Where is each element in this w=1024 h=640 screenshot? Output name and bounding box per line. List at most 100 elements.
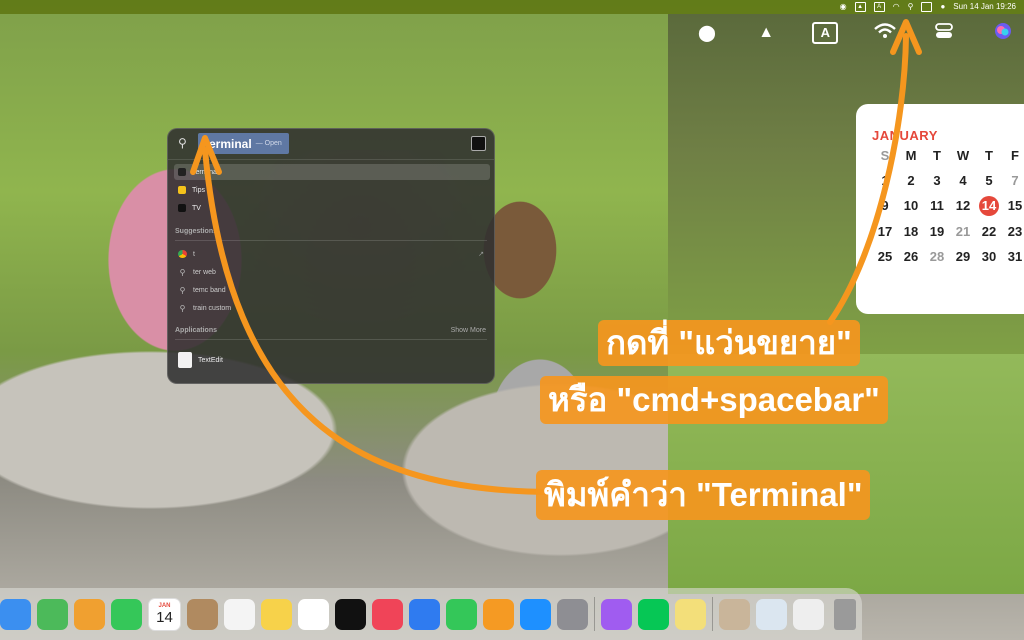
reminders-icon[interactable]: [224, 598, 255, 630]
suggestion-label: ter web: [193, 268, 216, 276]
spotlight-query-selection[interactable]: terminal — Open: [198, 133, 289, 154]
input-a-icon[interactable]: A: [873, 2, 885, 12]
app-store-icon[interactable]: [520, 598, 551, 630]
show-more-link[interactable]: Show More: [451, 327, 486, 334]
top-hit-label: Tips: [192, 186, 205, 194]
suggestion-item[interactable]: ⚲ temc band: [174, 282, 490, 298]
application-label: TextEdit: [198, 356, 223, 364]
divider: [175, 339, 487, 340]
terminal-icon: [178, 168, 186, 176]
spotlight-search-bar[interactable]: ⚲ terminal — Open: [168, 129, 494, 160]
calendar-widget[interactable]: JANUARY SMTWTF12345789101112141516171819…: [856, 104, 1024, 314]
callout-type-terminal: พิมพ์คำว่า "Terminal": [536, 470, 871, 520]
weekday-label: T: [985, 148, 993, 163]
weekday-label: F: [1011, 148, 1019, 163]
stickies-icon[interactable]: [675, 598, 706, 630]
callout-cmd-spacebar: หรือ "cmd+spacebar": [540, 376, 888, 424]
top-hit-tv[interactable]: TV: [174, 200, 490, 216]
photos-icon[interactable]: [74, 598, 105, 630]
calendar-day: 11: [930, 198, 944, 213]
drive-icon[interactable]: ▲: [854, 2, 866, 12]
menu-bar: ◉ ▲ A ◠ ⚲ ● Sun 14 Jan 19:26: [0, 0, 1024, 14]
application-result-textedit[interactable]: TextEdit: [174, 351, 490, 369]
line-icon[interactable]: ◉: [840, 0, 847, 14]
calendar-day: 18: [903, 224, 919, 239]
drive-icon[interactable]: ▲: [749, 24, 783, 42]
suggestion-label: temc band: [193, 286, 226, 294]
calendar-day: 31: [1007, 249, 1023, 264]
control-center-icon[interactable]: [927, 22, 961, 45]
calendar-day: 3: [933, 173, 941, 188]
calendar-grid: SMTWTF1234578910111214151617181921222324…: [872, 147, 1024, 273]
display-icon[interactable]: [921, 2, 933, 12]
textedit-icon: [178, 352, 192, 368]
calendar-icon[interactable]: JAN 14: [148, 597, 181, 631]
wifi-icon[interactable]: ◠: [893, 0, 900, 14]
numbers-icon[interactable]: [446, 598, 477, 630]
siri-icon[interactable]: ●: [940, 0, 945, 14]
music-icon[interactable]: [372, 598, 403, 630]
maps-icon[interactable]: [37, 598, 68, 630]
trash-icon[interactable]: [834, 598, 856, 630]
terminal-icon: [471, 136, 486, 151]
applications-header: Applications: [175, 327, 218, 334]
spotlight-query-text[interactable]: terminal: [205, 137, 252, 151]
facetime-icon[interactable]: [111, 598, 142, 630]
open-arrow-icon: ↗: [478, 251, 484, 258]
suggestions-header: Suggestions: [175, 228, 218, 235]
search-icon[interactable]: ⚲: [908, 0, 914, 14]
tips-icon: [178, 186, 186, 194]
search-icon: ⚲: [178, 136, 187, 150]
mail-icon[interactable]: [0, 598, 31, 630]
suggestion-label: train custom: [193, 304, 232, 312]
apple-tv-icon[interactable]: [335, 598, 366, 630]
top-hit-label: TV: [192, 204, 201, 212]
calendar-day: 19: [929, 224, 945, 239]
recent-window-3-icon[interactable]: [793, 598, 824, 630]
input-a-icon[interactable]: A: [812, 22, 839, 44]
recent-window-2-icon[interactable]: [756, 598, 787, 630]
keynote-icon[interactable]: [409, 598, 440, 630]
chrome-icon: [178, 250, 187, 258]
top-hit-terminal[interactable]: Terminal: [174, 164, 490, 180]
divider: [175, 240, 487, 241]
calendar-day: 30: [981, 249, 997, 264]
calendar-day: 2: [907, 173, 915, 188]
messenger-icon[interactable]: [601, 598, 632, 630]
wifi-icon[interactable]: [868, 22, 902, 44]
calendar-day: 28: [929, 249, 945, 264]
dock-separator: [594, 597, 595, 631]
suggestion-item[interactable]: t ↗: [174, 246, 490, 262]
line-icon[interactable]: ⬤: [690, 23, 724, 43]
calendar-day: 12: [955, 198, 971, 213]
calendar-day: 15: [1007, 198, 1023, 213]
menu-bar-clock[interactable]: Sun 14 Jan 19:26: [953, 0, 1016, 14]
dock-separator: [712, 597, 713, 631]
calendar-day: 7: [1011, 173, 1019, 188]
notes-icon[interactable]: [261, 598, 292, 630]
suggestion-item[interactable]: ⚲ ter web: [174, 264, 490, 280]
search-icon: ⚲: [179, 303, 186, 313]
calendar-day: 23: [1007, 224, 1023, 239]
calendar-day: 1: [881, 173, 889, 188]
search-icon: ⚲: [179, 285, 186, 295]
calendar-day: 17: [877, 224, 893, 239]
calendar-month: JANUARY: [872, 128, 938, 143]
search-icon: ⚲: [179, 267, 186, 277]
freeform-icon[interactable]: [298, 598, 329, 630]
spotlight-open-hint: — Open: [255, 140, 282, 147]
spotlight-window: ⚲ terminal — Open Terminal Tips TV Suggest…: [167, 128, 495, 384]
calendar-day: 5: [985, 173, 993, 188]
pages-icon[interactable]: [483, 598, 514, 630]
control-strip: ⬤ ▲ A: [690, 18, 1020, 48]
siri-icon[interactable]: [986, 22, 1020, 45]
suggestion-item[interactable]: ⚲ train custom: [174, 300, 490, 316]
calendar-day: 22: [981, 224, 997, 239]
contacts-icon[interactable]: [187, 598, 218, 630]
recent-window-1-icon[interactable]: [719, 598, 750, 630]
weekday-label: W: [956, 148, 970, 163]
top-hit-tips[interactable]: Tips: [174, 182, 490, 198]
line-icon[interactable]: [638, 598, 669, 630]
system-settings-icon[interactable]: [557, 598, 588, 630]
weekday-label: T: [933, 148, 941, 163]
